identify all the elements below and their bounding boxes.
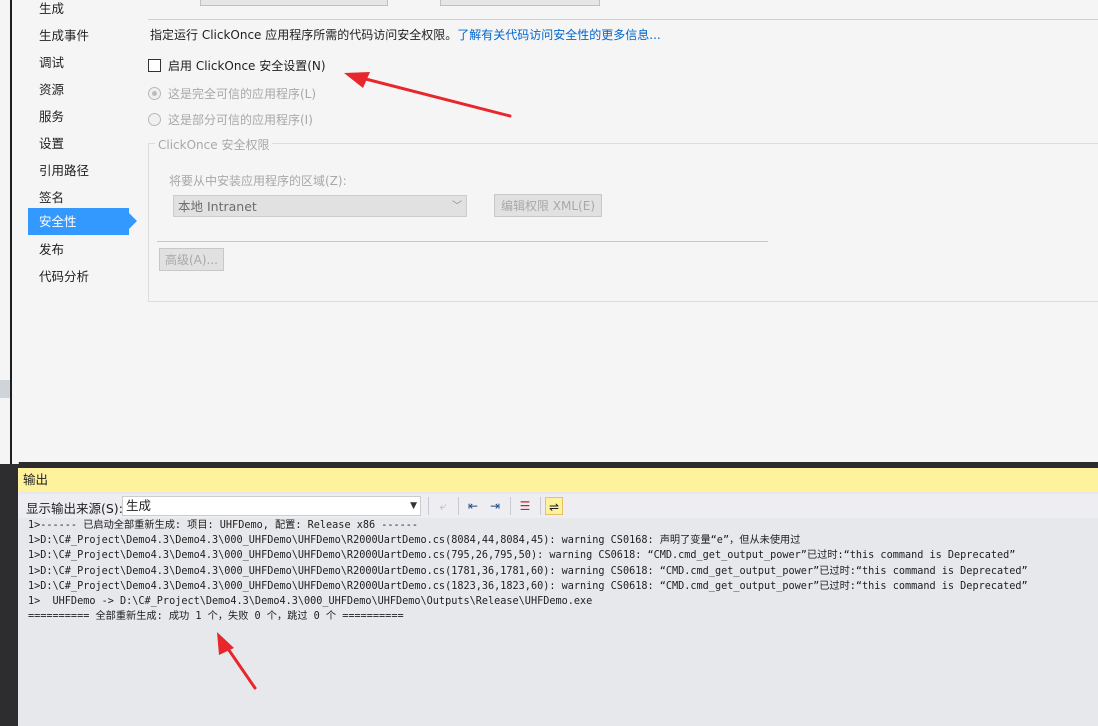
nav-item-signing[interactable]: 签名 bbox=[28, 181, 148, 208]
edge-divider bbox=[10, 0, 12, 464]
security-description: 指定运行 ClickOnce 应用程序所需的代码访问安全权限。了解有关代码访问安… bbox=[150, 26, 661, 43]
nav-item-build[interactable]: 生成 bbox=[28, 0, 148, 19]
toolbar-separator bbox=[428, 497, 429, 515]
group-title: ClickOnce 安全权限 bbox=[155, 136, 273, 153]
toolbar-separator bbox=[540, 497, 541, 515]
align-up-icon[interactable]: ⇤ bbox=[464, 497, 482, 515]
nav-item-code-analysis[interactable]: 代码分析 bbox=[28, 262, 148, 289]
enable-clickonce-label: 启用 ClickOnce 安全设置(N) bbox=[168, 59, 326, 73]
full-trust-row: 这是完全可信的应用程序(L) bbox=[148, 85, 316, 102]
output-panel-title[interactable]: 输出 bbox=[18, 468, 1098, 492]
description-text: 指定运行 ClickOnce 应用程序所需的代码访问安全权限。 bbox=[150, 28, 458, 42]
chevron-down-icon: ﹀ bbox=[452, 201, 462, 212]
nav-item-services[interactable]: 服务 bbox=[28, 100, 148, 127]
top-button-partial-2[interactable] bbox=[440, 0, 600, 6]
top-button-partial[interactable] bbox=[200, 0, 388, 6]
partial-trust-row: 这是部分可信的应用程序(I) bbox=[148, 111, 313, 128]
nav-item-reference-paths[interactable]: 引用路径 bbox=[28, 154, 148, 181]
nav-item-resources[interactable]: 资源 bbox=[28, 73, 148, 100]
align-down-icon[interactable]: ⇥ bbox=[486, 497, 504, 515]
output-toolbar: 显示输出来源(S): 生成 ▼ ⤶ ⇤ ⇥ ☰ ⇌ bbox=[18, 494, 1098, 518]
output-panel: 输出 显示输出来源(S): 生成 ▼ ⤶ ⇤ ⇥ ☰ ⇌ 1>------ 已启… bbox=[18, 468, 1098, 726]
output-line: 1>D:\C#_Project\Demo4.3\Demo4.3\000_UHFD… bbox=[28, 550, 1016, 562]
zone-label: 将要从中安装应用程序的区域(Z): bbox=[169, 174, 347, 188]
chevron-down-icon: ▼ bbox=[410, 501, 417, 511]
output-source-value: 生成 bbox=[126, 498, 152, 513]
properties-side-nav: 生成 生成事件 调试 资源 服务 设置 引用路径 签名 安全性 发布 代码分析 bbox=[28, 0, 148, 289]
toolbar-separator bbox=[458, 497, 459, 515]
enable-clickonce-row[interactable]: 启用 ClickOnce 安全设置(N) bbox=[148, 57, 326, 74]
project-properties-page: 生成 生成事件 调试 资源 服务 设置 引用路径 签名 安全性 发布 代码分析 … bbox=[18, 0, 1098, 462]
enable-clickonce-checkbox[interactable] bbox=[148, 59, 161, 72]
nav-item-security[interactable]: 安全性 bbox=[28, 208, 137, 235]
clickonce-permissions-group: ClickOnce 安全权限 将要从中安装应用程序的区域(Z): 本地 Intr… bbox=[148, 136, 1098, 302]
left-edge-panel bbox=[0, 0, 19, 464]
full-trust-label: 这是完全可信的应用程序(L) bbox=[168, 87, 317, 101]
nav-item-debug[interactable]: 调试 bbox=[28, 46, 148, 73]
nav-item-build-events[interactable]: 生成事件 bbox=[28, 19, 148, 46]
toolbar-separator bbox=[510, 497, 511, 515]
security-settings-content: 指定运行 ClickOnce 应用程序所需的代码访问安全权限。了解有关代码访问安… bbox=[148, 0, 1098, 462]
output-line: ========== 全部重新生成: 成功 1 个，失败 0 个，跳过 0 个 … bbox=[28, 611, 404, 623]
zone-select: 本地 Intranet ﹀ bbox=[173, 195, 467, 217]
edit-permissions-xml-button: 编辑权限 XML(E) bbox=[494, 194, 602, 217]
edge-marker bbox=[0, 380, 10, 398]
output-source-select[interactable]: 生成 ▼ bbox=[122, 496, 421, 516]
nav-item-settings[interactable]: 设置 bbox=[28, 127, 148, 154]
output-line: 1>------ 已启动全部重新生成: 项目: UHFDemo, 配置: Rel… bbox=[28, 520, 419, 531]
output-line: 1>D:\C#_Project\Demo4.3\Demo4.3\000_UHFD… bbox=[28, 565, 1028, 577]
zone-select-value: 本地 Intranet bbox=[178, 199, 257, 214]
output-line: 1> UHFDemo -> D:\C#_Project\Demo4.3\Demo… bbox=[28, 595, 593, 607]
full-trust-radio bbox=[148, 87, 161, 100]
nav-item-publish[interactable]: 发布 bbox=[28, 235, 148, 262]
output-source-label: 显示输出来源(S): bbox=[26, 501, 123, 516]
output-line: 1>D:\C#_Project\Demo4.3\Demo4.3\000_UHFD… bbox=[28, 580, 1028, 592]
learn-more-link[interactable]: 了解有关代码访问安全性的更多信息... bbox=[457, 28, 660, 42]
word-wrap-icon[interactable]: ⇌ bbox=[545, 497, 563, 515]
clear-all-icon[interactable]: ☰ bbox=[516, 497, 534, 515]
output-line: 1>D:\C#_Project\Demo4.3\Demo4.3\000_UHFD… bbox=[28, 535, 801, 547]
partial-trust-radio bbox=[148, 113, 161, 126]
advanced-button: 高级(A)... bbox=[159, 248, 224, 271]
output-text-area[interactable]: 1>------ 已启动全部重新生成: 项目: UHFDemo, 配置: Rel… bbox=[28, 518, 1098, 726]
go-to-prev-message-icon[interactable]: ⤶ bbox=[434, 497, 452, 515]
partial-trust-label: 这是部分可信的应用程序(I) bbox=[168, 113, 313, 127]
group-divider bbox=[157, 241, 768, 242]
top-divider bbox=[148, 19, 1098, 20]
